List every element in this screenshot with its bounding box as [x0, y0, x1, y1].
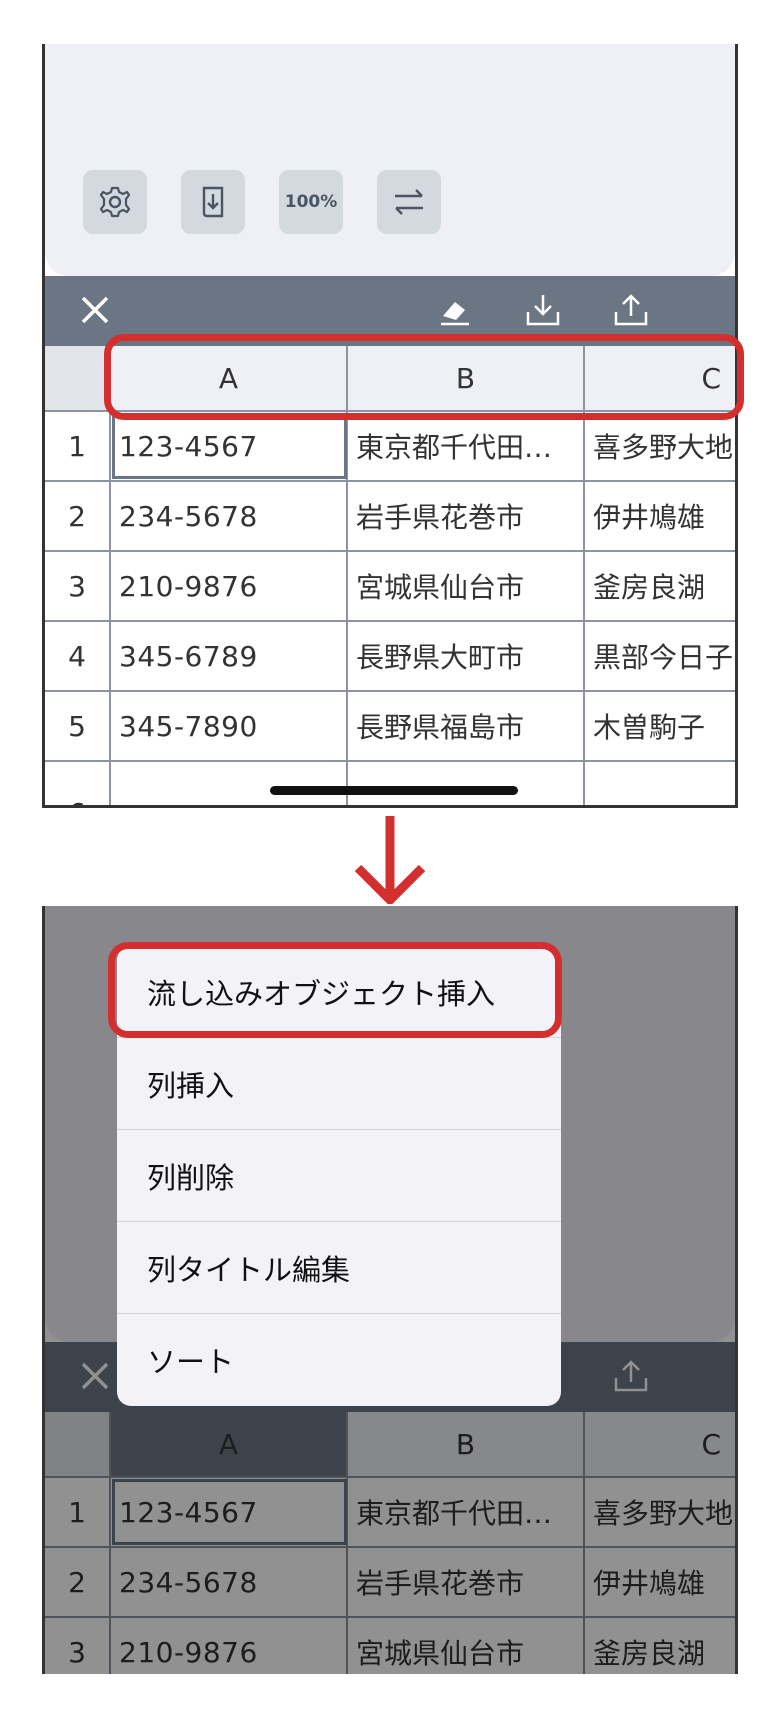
- cell-b6[interactable]: [348, 762, 585, 805]
- download-button[interactable]: [523, 290, 563, 330]
- eraser-button[interactable]: [435, 290, 475, 330]
- row-number[interactable]: 2: [45, 482, 111, 550]
- cell-a5[interactable]: 345-7890: [111, 692, 348, 760]
- cell-a3[interactable]: 210-9876: [111, 552, 348, 620]
- cell-a2[interactable]: 234-5678: [111, 482, 348, 550]
- settings-button[interactable]: [83, 170, 147, 234]
- cell-b1[interactable]: 東京都千代田…: [348, 412, 585, 480]
- table-row: 6: [45, 762, 735, 805]
- menu-item-insert-column[interactable]: 列挿入: [117, 1038, 561, 1130]
- menu-item-delete-column[interactable]: 列削除: [117, 1130, 561, 1222]
- table-row: 3 210-9876 宮城県仙台市 釜房良湖: [45, 552, 735, 622]
- home-indicator: [270, 786, 518, 795]
- row-number[interactable]: 3: [45, 552, 111, 620]
- cell-c6[interactable]: [585, 762, 735, 805]
- cell-b5[interactable]: 長野県福島市: [348, 692, 585, 760]
- menu-item-highlight: [108, 942, 562, 1038]
- screenshot-before: 100% A B C 1 123-4567 東京都千代田… 喜多野大地 2 23…: [42, 44, 738, 808]
- share-button[interactable]: [611, 290, 651, 330]
- zoom-button[interactable]: 100%: [279, 170, 343, 234]
- eraser-icon: [441, 302, 469, 326]
- cell-c1[interactable]: 喜多野大地: [585, 412, 735, 480]
- zoom-label: 100%: [284, 192, 338, 212]
- share-icon: [614, 294, 648, 326]
- cell-c4[interactable]: 黒部今日子: [585, 622, 735, 690]
- cell-a4[interactable]: 345-6789: [111, 622, 348, 690]
- table-row: 2 234-5678 岩手県花巻市 伊井鳩雄: [45, 482, 735, 552]
- table-row: 5 345-7890 長野県福島市 木曽駒子: [45, 692, 735, 762]
- download-icon: [526, 295, 560, 326]
- row-number[interactable]: 5: [45, 692, 111, 760]
- cell-a6[interactable]: [111, 762, 348, 805]
- table-row: 4 345-6789 長野県大町市 黒部今日子: [45, 622, 735, 692]
- swap-button[interactable]: [377, 170, 441, 234]
- cell-b4[interactable]: 長野県大町市: [348, 622, 585, 690]
- menu-item-edit-column-title[interactable]: 列タイトル編集: [117, 1222, 561, 1314]
- cell-c5[interactable]: 木曽駒子: [585, 692, 735, 760]
- down-arrow-icon: [354, 816, 426, 904]
- import-doc-icon: [202, 186, 224, 218]
- cell-a1[interactable]: 123-4567: [111, 412, 348, 480]
- gear-icon: [99, 186, 131, 218]
- row-number[interactable]: 6: [45, 762, 111, 805]
- table-row: 1 123-4567 東京都千代田… 喜多野大地: [45, 412, 735, 482]
- close-icon: [81, 296, 109, 324]
- close-button[interactable]: [75, 290, 115, 330]
- header-corner[interactable]: [45, 346, 111, 410]
- swap-arrows-icon: [395, 189, 423, 215]
- menu-item-sort[interactable]: ソート: [117, 1314, 561, 1406]
- row-number[interactable]: 1: [45, 412, 111, 480]
- cell-b2[interactable]: 岩手県花巻市: [348, 482, 585, 550]
- row-number[interactable]: 4: [45, 622, 111, 690]
- cell-c3[interactable]: 釜房良湖: [585, 552, 735, 620]
- settings-panel: 100%: [45, 44, 735, 276]
- cell-c2[interactable]: 伊井鳩雄: [585, 482, 735, 550]
- column-header-highlight: [104, 334, 744, 420]
- import-button[interactable]: [181, 170, 245, 234]
- cell-b3[interactable]: 宮城県仙台市: [348, 552, 585, 620]
